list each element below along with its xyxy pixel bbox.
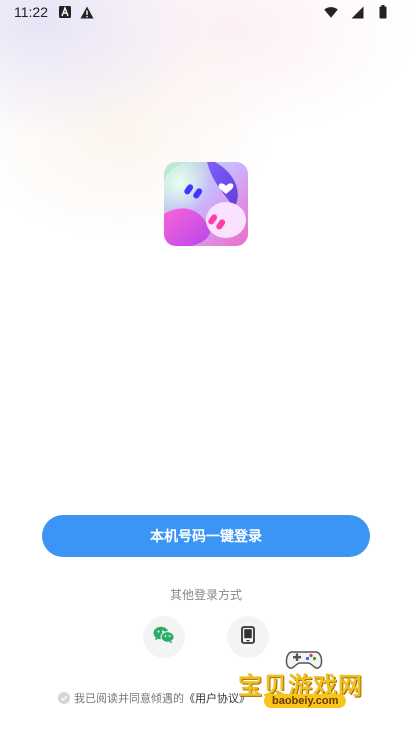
watermark-url: baobeiy.com <box>264 694 347 708</box>
site-watermark: 宝贝游戏网 baobeiy.com <box>236 640 386 720</box>
agreement-text: 我已阅读并同意倾遇的 <box>74 692 184 705</box>
other-login-methods-label: 其他登录方式 <box>169 588 242 602</box>
one-click-login-label: 本机号码一键登录 <box>150 529 262 545</box>
status-time: 11:22 <box>14 4 48 20</box>
agreement-row: 我已阅读并同意倾遇的 《用户协议》 <box>58 690 250 706</box>
wechat-login-button[interactable] <box>143 616 185 658</box>
status-right-group <box>324 5 398 19</box>
battery-icon <box>376 5 390 19</box>
warning-icon <box>80 5 94 19</box>
cell-signal-icon <box>350 5 364 19</box>
one-click-login-button[interactable]: 本机号码一键登录 <box>42 515 370 557</box>
status-bar: 11:22 <box>0 0 412 24</box>
text-a-icon <box>58 5 72 19</box>
app-logo <box>164 162 248 246</box>
wifi-icon <box>324 5 338 19</box>
agree-checkbox[interactable] <box>58 692 70 704</box>
wechat-icon <box>153 626 175 648</box>
